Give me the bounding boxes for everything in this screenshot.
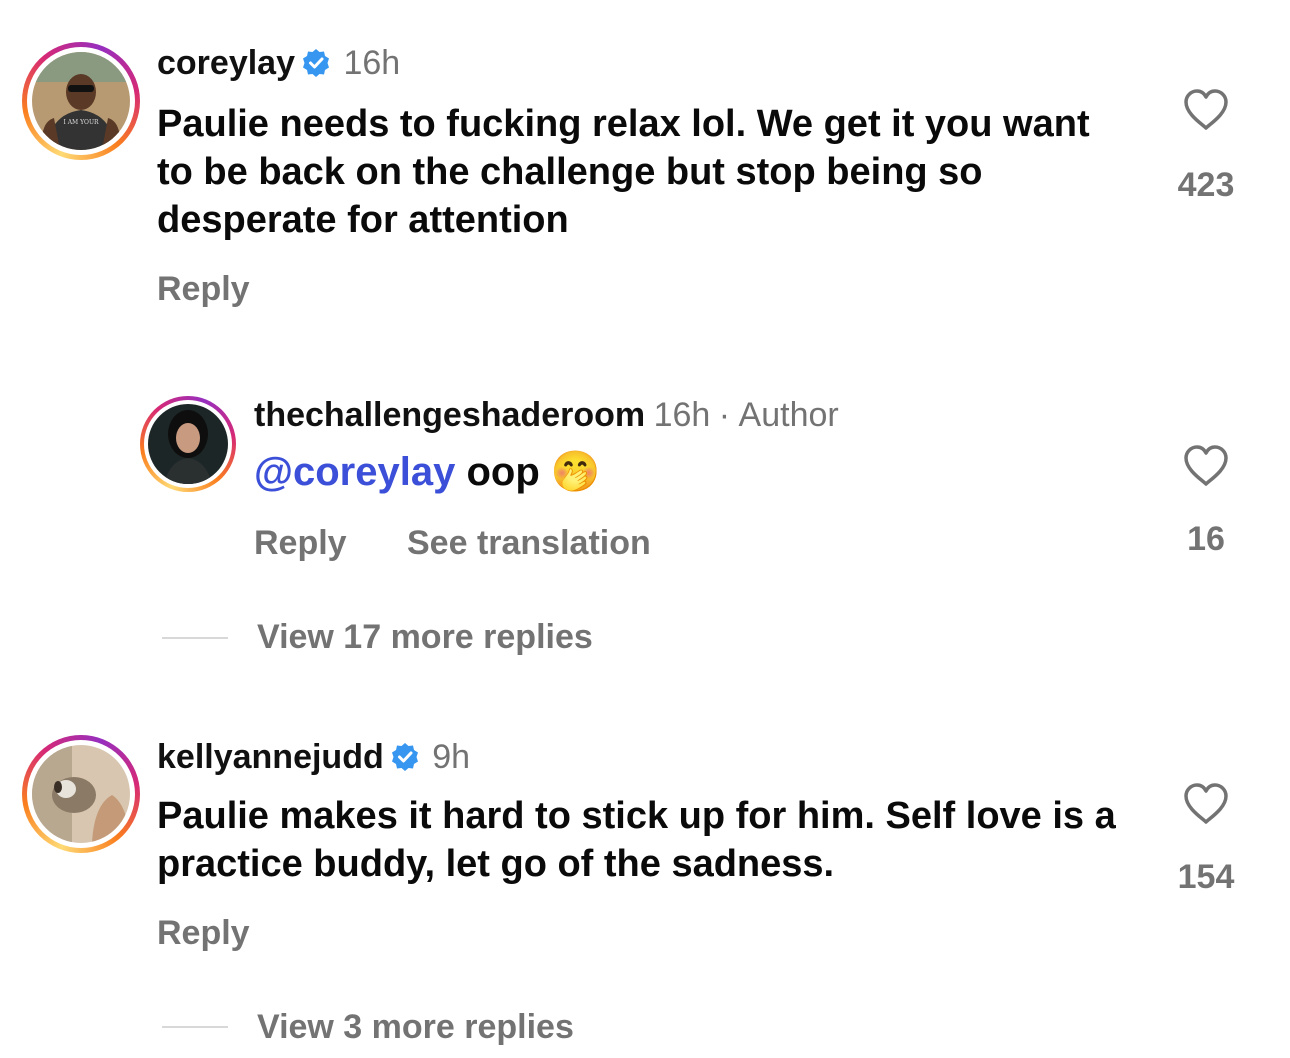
verified-badge-icon — [301, 48, 331, 83]
comment-text: Paulie needs to fucking relax lol. We ge… — [157, 103, 1090, 241]
hand-over-mouth-emoji: 🤭 — [550, 450, 601, 494]
like-count: 16 — [1187, 520, 1225, 558]
mention-link[interactable]: @coreylay — [254, 450, 455, 494]
timestamp: 16h — [343, 44, 401, 82]
reply-body: oop — [466, 450, 540, 494]
username[interactable]: coreylay — [157, 44, 295, 82]
comment-header: coreylay 16h — [157, 44, 400, 83]
avatar-kellyannejudd[interactable] — [22, 735, 140, 853]
username[interactable]: kellyannejudd — [157, 738, 384, 776]
heart-outline-icon[interactable] — [1182, 88, 1230, 137]
username[interactable]: thechallengeshaderoom — [254, 396, 645, 434]
view-more-replies-button[interactable]: View 3 more replies — [257, 1008, 574, 1047]
see-translation-button[interactable]: See translation — [407, 524, 651, 563]
reply-button[interactable]: Reply — [157, 914, 250, 953]
heart-outline-icon[interactable] — [1182, 782, 1230, 831]
timestamp: 16h — [653, 396, 711, 434]
thread-divider — [162, 637, 228, 639]
avatar-thechallengeshaderoom[interactable] — [140, 396, 236, 492]
heart-outline-icon[interactable] — [1182, 444, 1230, 493]
author-label: Author — [738, 396, 839, 434]
reply-button[interactable]: Reply — [157, 270, 250, 309]
like-count: 154 — [1177, 858, 1235, 896]
avatar-photo — [32, 745, 130, 843]
comment-header: kellyannejudd 9h — [157, 738, 470, 777]
like-count: 423 — [1177, 166, 1235, 204]
avatar-photo: I AM YOUR — [32, 52, 130, 150]
verified-badge-icon — [390, 742, 420, 777]
timestamp: 9h — [432, 738, 471, 776]
comment-text: Paulie makes it hard to stick up for him… — [157, 795, 1116, 885]
reply-button[interactable]: Reply — [254, 524, 347, 563]
reply-text: @coreylay oop 🤭 — [254, 448, 601, 496]
svg-text:I AM YOUR: I AM YOUR — [63, 119, 99, 126]
thread-divider — [162, 1026, 228, 1028]
view-more-replies-button[interactable]: View 17 more replies — [257, 618, 593, 657]
reply-header: thechallengeshaderoom 16h · Author — [254, 396, 839, 435]
avatar-photo — [148, 404, 228, 484]
avatar-coreylay[interactable]: I AM YOUR — [22, 42, 140, 160]
meta-separator: · — [718, 396, 731, 434]
